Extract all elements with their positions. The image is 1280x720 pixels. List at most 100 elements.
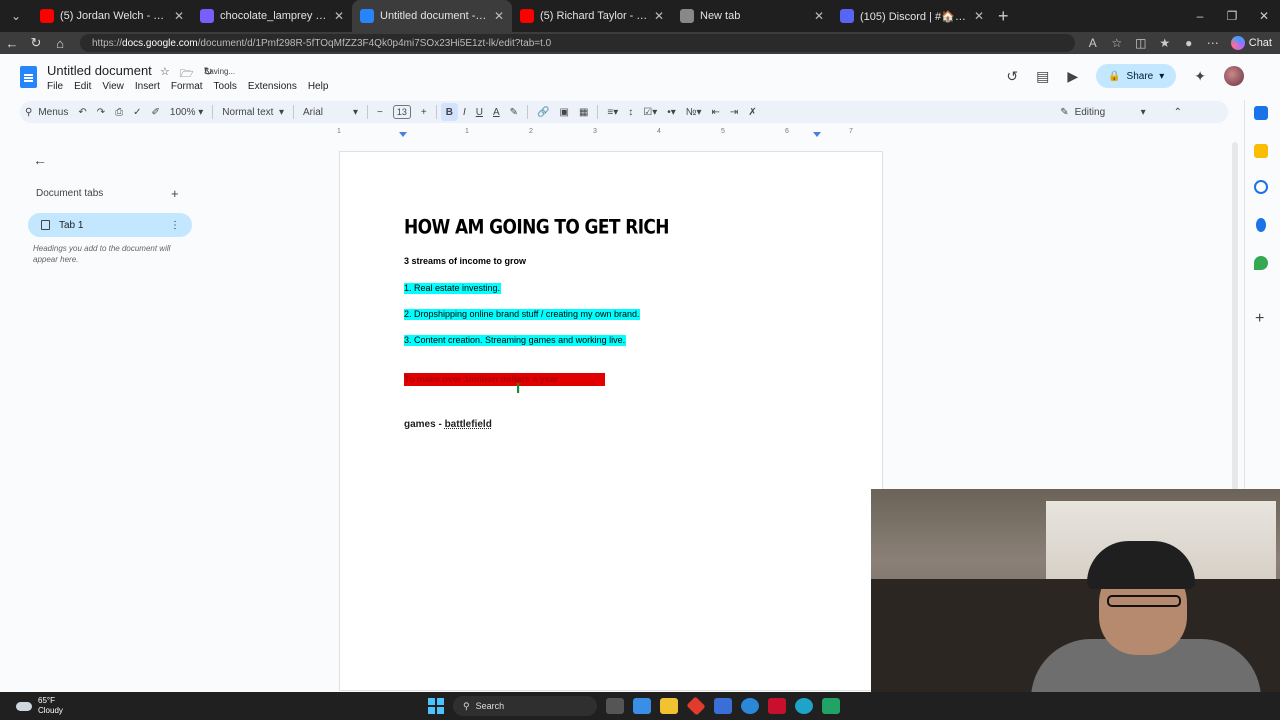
split-screen-icon[interactable]: ◫ xyxy=(1129,36,1153,50)
add-comment-icon[interactable]: ▣ xyxy=(555,101,574,123)
list-item[interactable]: 2. Dropshipping online brand stuff / cre… xyxy=(404,309,641,320)
comments-icon[interactable]: ▤ xyxy=(1036,68,1049,85)
restore-icon[interactable]: ❐ xyxy=(1216,9,1248,23)
print-icon[interactable]: ⎙ xyxy=(110,101,128,123)
docs-logo-icon[interactable] xyxy=(20,66,37,88)
bulleted-list-icon[interactable]: •▾ xyxy=(662,101,681,123)
increase-font-size-icon[interactable]: + xyxy=(416,101,432,123)
italic-icon[interactable]: I xyxy=(458,101,471,123)
menu-item-insert[interactable]: Insert xyxy=(135,81,160,92)
keep-icon[interactable] xyxy=(1254,144,1268,158)
insert-image-icon[interactable]: ▦ xyxy=(574,101,593,123)
font-select[interactable]: Arial ▾ xyxy=(298,101,363,123)
menu-item-edit[interactable]: Edit xyxy=(74,81,91,92)
reload-icon[interactable]: ↻ xyxy=(24,35,48,51)
paint-format-icon[interactable]: ✐ xyxy=(147,101,165,123)
close-tab-icon[interactable]: ✕ xyxy=(814,9,824,23)
zoom-select[interactable]: 100% ▾ xyxy=(165,101,208,123)
weather-widget[interactable]: 65°F Cloudy xyxy=(16,696,63,716)
green-app-icon[interactable] xyxy=(822,698,840,714)
games-line[interactable]: games - battlefield xyxy=(404,419,492,430)
document-page[interactable]: HOW AM GOING TO GET RICH 3 streams of in… xyxy=(339,151,883,691)
list-item[interactable]: 3. Content creation. Streaming games and… xyxy=(404,335,627,346)
store-icon[interactable] xyxy=(714,698,732,714)
home-icon[interactable]: ⌂ xyxy=(48,36,72,51)
tab-search-icon[interactable]: ⌄ xyxy=(0,9,32,23)
copilot-app-icon[interactable] xyxy=(633,698,651,714)
link-icon[interactable]: 🔗 xyxy=(532,101,554,123)
get-addons-icon[interactable]: + xyxy=(1255,310,1264,328)
close-tab-icon[interactable]: ✕ xyxy=(334,9,344,23)
style-select[interactable]: Normal text ▾ xyxy=(217,101,289,123)
right-indent-marker[interactable] xyxy=(813,132,821,137)
decrease-font-size-icon[interactable]: − xyxy=(372,101,388,123)
version-history-icon[interactable]: ↺ xyxy=(1006,68,1018,85)
taskbar-search[interactable]: ⚲ Search xyxy=(453,696,597,716)
menu-item-view[interactable]: View xyxy=(102,81,124,92)
decrease-indent-icon[interactable]: ⇤ xyxy=(707,101,725,123)
close-tab-icon[interactable]: ✕ xyxy=(654,9,664,23)
more-menu-icon[interactable]: ⋯ xyxy=(1201,36,1225,50)
line-spacing-icon[interactable]: ↕ xyxy=(623,101,638,123)
text-color-icon[interactable]: A xyxy=(488,101,505,123)
contacts-icon[interactable] xyxy=(1256,218,1266,232)
avatar[interactable] xyxy=(1224,66,1244,86)
read-aloud-icon[interactable]: A xyxy=(1081,36,1105,50)
calendar-icon[interactable] xyxy=(1254,106,1268,120)
editing-mode-select[interactable]: ✎ Editing ▾ ⌃ xyxy=(1060,107,1228,118)
new-tab-icon[interactable]: + xyxy=(998,6,1009,27)
tab-options-icon[interactable]: ⋮ xyxy=(170,220,180,231)
menu-item-format[interactable]: Format xyxy=(171,81,203,92)
numbered-list-icon[interactable]: №▾ xyxy=(681,101,707,123)
gemini-icon[interactable]: ✦ xyxy=(1194,68,1206,85)
sidebar-item-tab-1[interactable]: Tab 1 ⋮ xyxy=(28,213,192,237)
spellcheck-icon[interactable]: ✓ xyxy=(128,101,146,123)
task-view-icon[interactable] xyxy=(606,698,624,714)
undo-icon[interactable]: ↶ xyxy=(73,101,91,123)
browser-tab[interactable]: chocolate_lamprey - Blort AI ✕ xyxy=(192,0,352,32)
close-tab-icon[interactable]: ✕ xyxy=(494,9,504,23)
red-app-icon[interactable] xyxy=(686,696,706,716)
goal-line[interactable]: To make over 1million dollars a year xyxy=(404,373,605,386)
share-button[interactable]: 🔒 Share ▾ xyxy=(1096,64,1177,88)
browser-tab[interactable]: Untitled document - Google Docs ✕ xyxy=(352,0,512,32)
favorite-star-icon[interactable]: ☆ xyxy=(1105,36,1129,50)
document-subheading[interactable]: 3 streams of income to grow xyxy=(404,256,526,266)
browser-tab[interactable]: (5) Jordan Welch - YouTube ✕ xyxy=(32,0,192,32)
underline-icon[interactable]: U xyxy=(471,101,488,123)
close-tab-icon[interactable]: ✕ xyxy=(174,9,184,23)
url-field[interactable]: https://docs.google.com/document/d/1Pmf2… xyxy=(80,34,1075,52)
edge-icon[interactable] xyxy=(795,698,813,714)
clear-formatting-icon[interactable]: ✗ xyxy=(743,101,761,123)
collections-icon[interactable]: ★ xyxy=(1153,36,1177,50)
browser-tab[interactable]: New tab ✕ xyxy=(672,0,832,32)
document-title[interactable]: Untitled document xyxy=(47,63,152,78)
close-window-icon[interactable]: ✕ xyxy=(1248,9,1280,23)
collapse-toolbar-icon[interactable]: ⌃ xyxy=(1174,107,1182,118)
back-icon[interactable]: ← xyxy=(0,36,24,51)
increase-indent-icon[interactable]: ⇥ xyxy=(725,101,743,123)
left-indent-marker[interactable] xyxy=(399,132,407,137)
menus-search[interactable]: ⚲ Menus xyxy=(20,101,73,123)
ruler[interactable]: 1 1 2 3 4 5 6 7 xyxy=(337,128,882,140)
close-tab-icon[interactable]: ✕ xyxy=(974,9,984,23)
add-tab-icon[interactable]: + xyxy=(171,186,179,201)
copilot-chat-button[interactable]: Chat xyxy=(1230,36,1280,50)
menu-item-tools[interactable]: Tools xyxy=(214,81,237,92)
menu-item-extensions[interactable]: Extensions xyxy=(248,81,297,92)
maps-icon[interactable] xyxy=(1254,256,1268,270)
file-explorer-icon[interactable] xyxy=(660,698,678,714)
redo-icon[interactable]: ↷ xyxy=(92,101,110,123)
minimize-icon[interactable]: – xyxy=(1184,9,1216,23)
align-icon[interactable]: ≡▾ xyxy=(602,101,623,123)
tasks-icon[interactable] xyxy=(1254,180,1268,194)
browser-tab[interactable]: (105) Discord | #🏠homepage | H ✕ xyxy=(832,0,992,32)
font-size-input[interactable]: 13 xyxy=(392,105,411,119)
start-icon[interactable] xyxy=(428,698,444,714)
mcafee-icon[interactable] xyxy=(768,698,786,714)
bold-icon[interactable]: B xyxy=(440,103,458,121)
back-arrow-icon[interactable]: ← xyxy=(33,152,47,168)
profile-avatar-icon[interactable]: ● xyxy=(1177,36,1201,50)
checklist-icon[interactable]: ☑▾ xyxy=(638,101,662,123)
menu-item-file[interactable]: File xyxy=(47,81,63,92)
